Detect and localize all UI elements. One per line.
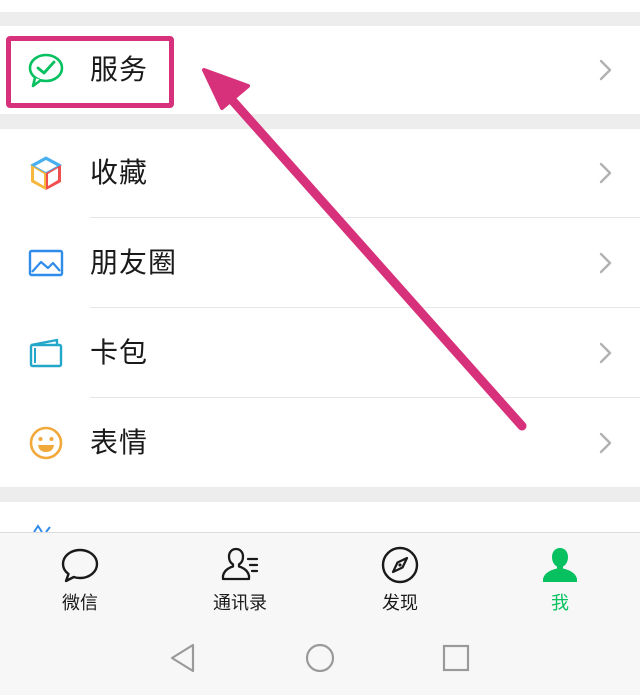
recents-square-icon[interactable] [438, 640, 474, 676]
menu-item-moments[interactable]: 朋友圈 [0, 219, 640, 307]
chat-bubble-icon [61, 548, 99, 583]
photo-album-icon [28, 249, 64, 277]
tab-discover[interactable]: 发现 [320, 533, 480, 621]
menu-item-favorites[interactable]: 收藏 [0, 129, 640, 217]
chevron-right-icon [599, 432, 612, 454]
chevron-right-icon [599, 252, 612, 274]
tab-contacts-label: 通讯录 [213, 593, 267, 614]
system-navigation-bar [0, 620, 640, 695]
menu-item-stickers-label: 表情 [90, 426, 149, 459]
card-wallet-icon [29, 338, 63, 368]
menu-item-favorites-label: 收藏 [90, 156, 149, 189]
discover-group: 收藏 朋友圈 卡包 表情 [0, 129, 640, 487]
menu-item-stickers[interactable]: 表情 [0, 399, 640, 487]
chevron-right-icon [599, 59, 612, 81]
smiley-face-icon [29, 426, 63, 460]
tab-contacts[interactable]: 通讯录 [160, 533, 320, 621]
row-divider [90, 397, 640, 398]
settings-group-partial [0, 502, 640, 532]
row-divider [90, 217, 640, 218]
annotation-highlight-box [6, 36, 174, 108]
back-triangle-icon[interactable] [166, 640, 202, 676]
bottom-tab-bar: 微信 通讯录 发现 我 [0, 532, 640, 621]
tab-discover-label: 发现 [382, 593, 418, 614]
row-divider [90, 307, 640, 308]
cube-icon [29, 156, 63, 190]
home-circle-icon[interactable] [302, 640, 338, 676]
tab-chats-label: 微信 [62, 593, 98, 614]
tab-chats[interactable]: 微信 [0, 533, 160, 621]
contacts-icon [221, 547, 259, 581]
menu-item-card-wallet[interactable]: 卡包 [0, 309, 640, 397]
compass-icon [381, 546, 419, 584]
previous-section-strip [0, 0, 640, 12]
menu-item-moments-label: 朋友圈 [90, 246, 178, 279]
chevron-right-icon [599, 342, 612, 364]
person-icon [543, 548, 577, 582]
settings-icon [33, 524, 51, 532]
tab-me-label: 我 [551, 593, 569, 614]
menu-item-card-wallet-label: 卡包 [90, 336, 149, 369]
chevron-right-icon [599, 162, 612, 184]
tab-me[interactable]: 我 [480, 533, 640, 621]
